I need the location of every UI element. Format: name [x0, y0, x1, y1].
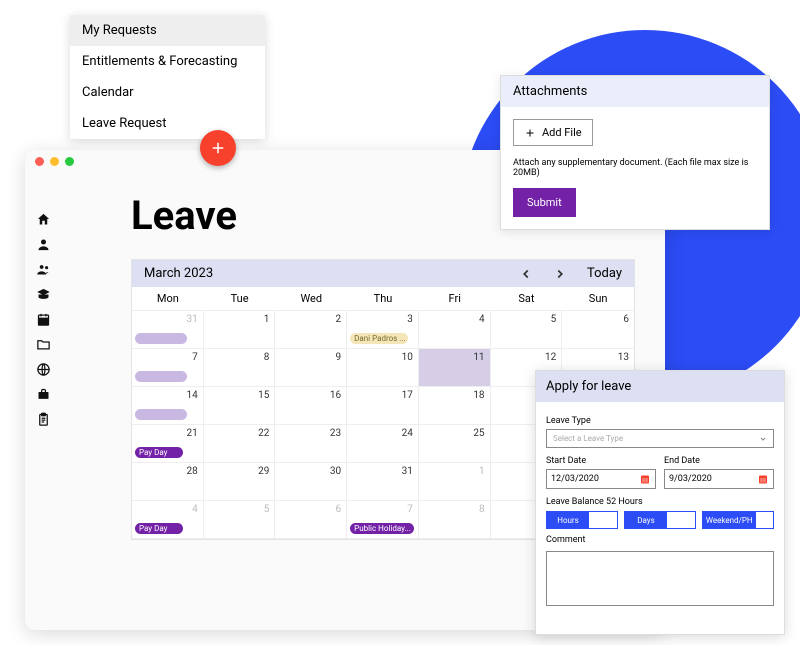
dropdown-item[interactable]: Calendar: [70, 77, 265, 108]
calendar-day-header: Sat: [491, 287, 563, 311]
window-minimize-button[interactable]: [50, 157, 59, 166]
add-file-button[interactable]: Add File: [513, 119, 593, 146]
apply-leave-title: Apply for leave: [536, 371, 784, 402]
apply-leave-card: Apply for leave Leave Type Select a Leav…: [535, 370, 785, 635]
calendar-cell[interactable]: 1: [419, 463, 491, 501]
calendar-cell[interactable]: 11: [419, 349, 491, 387]
leave-type-placeholder: Select a Leave Type: [553, 434, 623, 443]
start-date-label: Start Date: [546, 456, 656, 466]
calendar-cell[interactable]: 8: [419, 501, 491, 539]
calendar-cell[interactable]: 16: [275, 387, 347, 425]
hours-toggle[interactable]: Hours: [546, 511, 618, 529]
calendar-icon: [757, 473, 769, 485]
calendar-event[interactable]: [135, 333, 187, 344]
calendar-day-header: Wed: [275, 287, 347, 311]
calendar-icon: [639, 473, 651, 485]
calendar-event[interactable]: Dani Padros ...: [350, 333, 408, 344]
calendar-cell[interactable]: 7: [132, 349, 204, 387]
add-fab-button[interactable]: [200, 130, 236, 166]
calendar-cell[interactable]: 9: [275, 349, 347, 387]
calendar-day-header: Thu: [347, 287, 419, 311]
calendar-cell[interactable]: 31: [347, 463, 419, 501]
add-file-label: Add File: [542, 126, 582, 139]
start-date-input[interactable]: 12/03/2020: [546, 469, 656, 489]
weekend-toggle[interactable]: Weekend/PH: [702, 511, 774, 529]
window-maximize-button[interactable]: [65, 157, 74, 166]
calendar-day-header: Mon: [132, 287, 204, 311]
calendar-event[interactable]: Pay Day: [135, 523, 183, 534]
calendar-cell[interactable]: 3Dani Padros ...: [347, 311, 419, 349]
chevron-down-icon: [759, 435, 767, 443]
calendar-cell[interactable]: 14: [132, 387, 204, 425]
calendar-today-button[interactable]: Today: [587, 266, 622, 281]
leave-type-select[interactable]: Select a Leave Type: [546, 429, 774, 448]
calendar-cell[interactable]: 5: [491, 311, 563, 349]
calendar-cell[interactable]: 6: [275, 501, 347, 539]
comment-textarea[interactable]: [546, 551, 774, 606]
calendar-cell[interactable]: 22: [204, 425, 276, 463]
nav-home-icon[interactable]: [36, 212, 51, 227]
calendar-event[interactable]: Public Holiday...: [350, 523, 414, 534]
calendar-cell[interactable]: 7Public Holiday...: [347, 501, 419, 539]
window-close-button[interactable]: [35, 157, 44, 166]
calendar-event[interactable]: [135, 409, 187, 420]
calendar-cell[interactable]: 21Pay Day: [132, 425, 204, 463]
nav-briefcase-icon[interactable]: [36, 387, 51, 402]
calendar-next-button[interactable]: [553, 267, 567, 281]
calendar-cell[interactable]: 25: [419, 425, 491, 463]
attachments-hint: Attach any supplementary document. (Each…: [501, 158, 769, 188]
calendar-cell[interactable]: 17: [347, 387, 419, 425]
nav-calendar-icon[interactable]: [36, 312, 51, 327]
calendar-month-label: March 2023: [144, 266, 213, 281]
dropdown-item[interactable]: My Requests: [70, 15, 265, 46]
calendar-day-header: Fri: [419, 287, 491, 311]
nav-globe-icon[interactable]: [36, 362, 51, 377]
calendar-cell[interactable]: 31: [132, 311, 204, 349]
leave-type-label: Leave Type: [546, 416, 774, 426]
calendar-cell[interactable]: 30: [275, 463, 347, 501]
calendar-cell[interactable]: 6: [562, 311, 634, 349]
calendar-event[interactable]: Pay Day: [135, 447, 183, 458]
plus-icon: [524, 127, 536, 139]
nav-clipboard-icon[interactable]: [36, 412, 51, 427]
days-toggle[interactable]: Days: [624, 511, 696, 529]
nav-folder-icon[interactable]: [36, 337, 51, 352]
attachments-title: Attachments: [501, 76, 769, 107]
calendar-cell[interactable]: 15: [204, 387, 276, 425]
calendar-cell[interactable]: 2: [275, 311, 347, 349]
submit-button[interactable]: Submit: [513, 188, 576, 217]
calendar-cell[interactable]: 24: [347, 425, 419, 463]
calendar-cell[interactable]: 23: [275, 425, 347, 463]
calendar-cell[interactable]: 1: [204, 311, 276, 349]
nav-people-icon[interactable]: [36, 262, 51, 277]
leave-menu-dropdown: My RequestsEntitlements & ForecastingCal…: [70, 15, 265, 139]
calendar-cell[interactable]: 4Pay Day: [132, 501, 204, 539]
end-date-input[interactable]: 9/03/2020: [664, 469, 774, 489]
calendar-cell[interactable]: 29: [204, 463, 276, 501]
dropdown-item[interactable]: Leave Request: [70, 108, 265, 139]
calendar-header: March 2023 Today: [132, 260, 634, 287]
calendar-cell[interactable]: 28: [132, 463, 204, 501]
calendar-cell[interactable]: 8: [204, 349, 276, 387]
attachments-card: Attachments Add File Attach any suppleme…: [500, 75, 770, 230]
comment-label: Comment: [546, 535, 774, 545]
calendar-prev-button[interactable]: [519, 267, 533, 281]
plus-icon: [209, 139, 227, 157]
nav-profile-icon[interactable]: [36, 237, 51, 252]
end-date-label: End Date: [664, 456, 774, 466]
calendar-cell[interactable]: 10: [347, 349, 419, 387]
calendar-cell[interactable]: 18: [419, 387, 491, 425]
nav-education-icon[interactable]: [36, 287, 51, 302]
calendar-cell[interactable]: 5: [204, 501, 276, 539]
calendar-day-header: Sun: [562, 287, 634, 311]
leave-balance-label: Leave Balance 52 Hours: [546, 497, 774, 507]
dropdown-item[interactable]: Entitlements & Forecasting: [70, 46, 265, 77]
sidebar-nav: [25, 210, 61, 630]
calendar-day-header: Tue: [204, 287, 276, 311]
calendar-event[interactable]: [135, 371, 187, 382]
calendar-cell[interactable]: 4: [419, 311, 491, 349]
